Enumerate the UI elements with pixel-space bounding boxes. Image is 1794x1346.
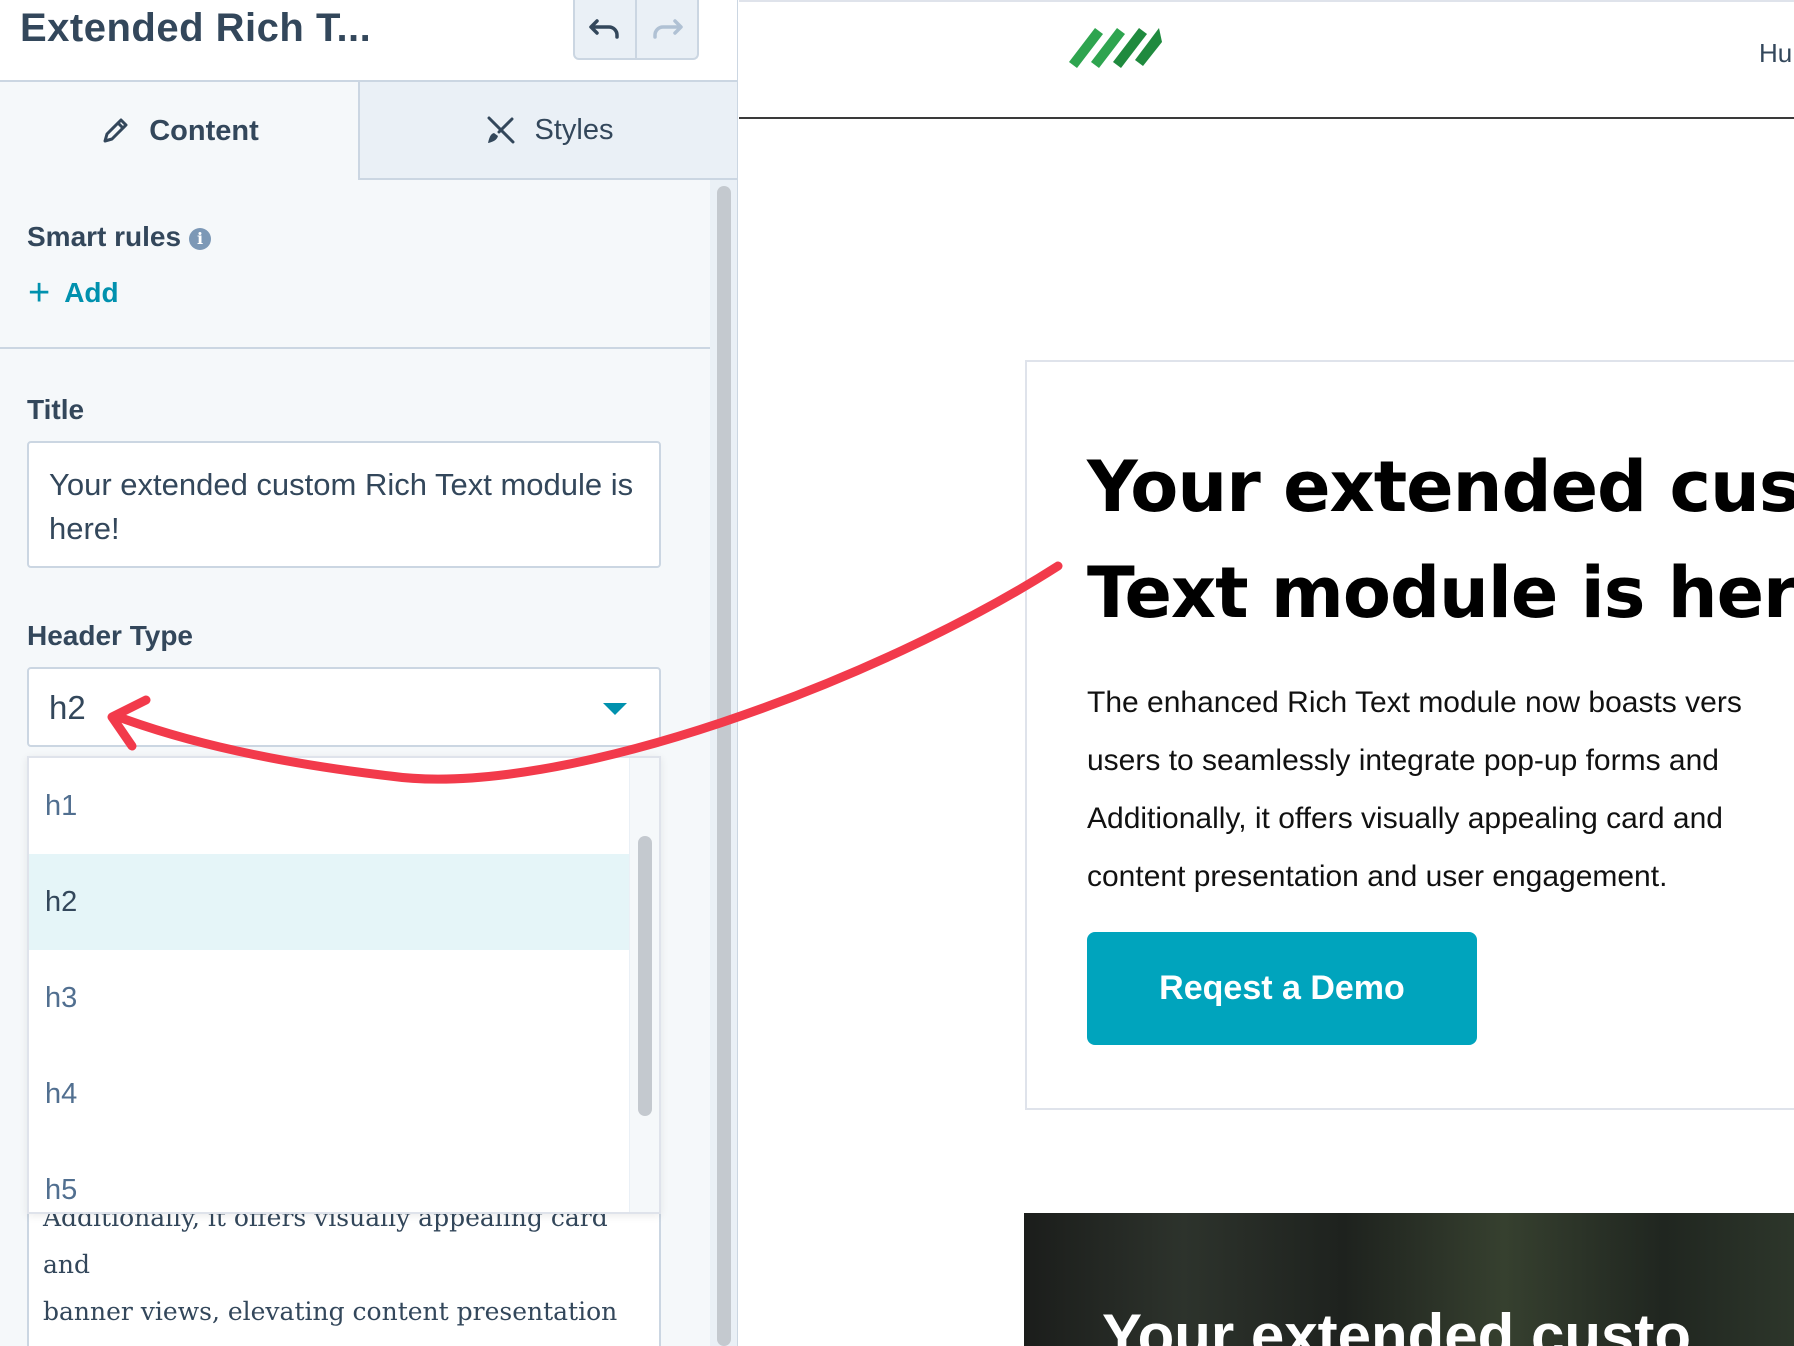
nav-link[interactable]: Hu: [1759, 38, 1792, 69]
dropdown-option-h3[interactable]: h3: [29, 950, 631, 1046]
tab-styles[interactable]: Styles: [358, 82, 737, 180]
title-field-label: Title: [27, 394, 85, 425]
body-text-line: and user engagement.: [43, 1335, 645, 1346]
card-body-line: content presentation and user engagement…: [1087, 860, 1668, 893]
site-header: Hu: [739, 2, 1794, 119]
history-controls: [573, 0, 699, 60]
header-type-label: Header Type: [27, 620, 193, 651]
dropdown-scrollbar-thumb[interactable]: [638, 836, 652, 1116]
undo-icon: [589, 19, 619, 39]
card-heading-line: Text module is here!: [1087, 552, 1794, 634]
tab-content[interactable]: Content: [0, 82, 358, 180]
dropdown-option-h5[interactable]: h5: [29, 1142, 631, 1212]
card-body-line: users to seamlessly integrate pop-up for…: [1087, 744, 1719, 777]
card-heading-line: Your extended custo: [1087, 446, 1794, 528]
dropdown-option-h1[interactable]: h1: [29, 758, 631, 854]
tab-content-label: Content: [149, 114, 259, 147]
rich-text-card: Your extended custo Text module is here!…: [1025, 360, 1794, 1110]
card-body: The enhanced Rich Text module now boasts…: [1087, 674, 1794, 906]
card-body-line: Additionally, it offers visually appeali…: [1087, 802, 1723, 835]
banner-section: Your extended custo: [1024, 1213, 1794, 1346]
redo-button[interactable]: [635, 0, 697, 58]
dropdown-option-h2[interactable]: h2: [29, 854, 631, 950]
smart-rules-label: Smart rules i: [27, 221, 212, 253]
undo-button[interactable]: [575, 0, 635, 58]
panel-scrollbar-thumb[interactable]: [717, 186, 731, 1346]
body-text-field[interactable]: Additionally, it offers visually appeali…: [27, 1210, 661, 1346]
header-type-dropdown: h1 h2 h3 h4 h5: [27, 756, 661, 1214]
chevron-down-icon: [603, 703, 627, 715]
dropdown-option-h4[interactable]: h4: [29, 1046, 631, 1142]
page-preview: Hu Your extended custo Text module is he…: [739, 0, 1794, 1346]
redo-icon: [653, 19, 683, 39]
plus-icon: +: [28, 272, 51, 314]
editor-sidebar: Extended Rich T... Content Styles Smart …: [0, 0, 738, 1346]
title-field[interactable]: Your extended custom Rich Text module is…: [27, 441, 661, 568]
card-heading: Your extended custo Text module is here!: [1087, 434, 1794, 646]
section-divider: [0, 347, 710, 349]
header-type-value: h2: [49, 689, 86, 726]
smart-rules-text: Smart rules: [27, 221, 182, 252]
add-smart-rule-label: Add: [64, 277, 119, 308]
card-body-line: The enhanced Rich Text module now boasts…: [1087, 686, 1742, 719]
site-logo[interactable]: [1067, 16, 1163, 72]
module-title: Extended Rich T...: [20, 6, 372, 50]
body-text-line: banner views, elevating content presenta…: [43, 1297, 618, 1326]
request-demo-button[interactable]: Reqest a Demo: [1087, 932, 1477, 1045]
editor-tabs: Content Styles: [0, 82, 737, 180]
banner-heading: Your extended custo: [1102, 1302, 1691, 1346]
body-text-line: Additionally, it offers visually appeali…: [43, 1210, 608, 1279]
info-icon[interactable]: i: [189, 227, 212, 250]
header-type-select[interactable]: h2: [27, 667, 661, 747]
brush-icon: [487, 116, 514, 144]
add-smart-rule-button[interactable]: + Add: [28, 274, 119, 312]
panel-header: Extended Rich T...: [0, 0, 737, 82]
tab-styles-label: Styles: [534, 113, 614, 146]
pencil-icon: [103, 118, 128, 143]
